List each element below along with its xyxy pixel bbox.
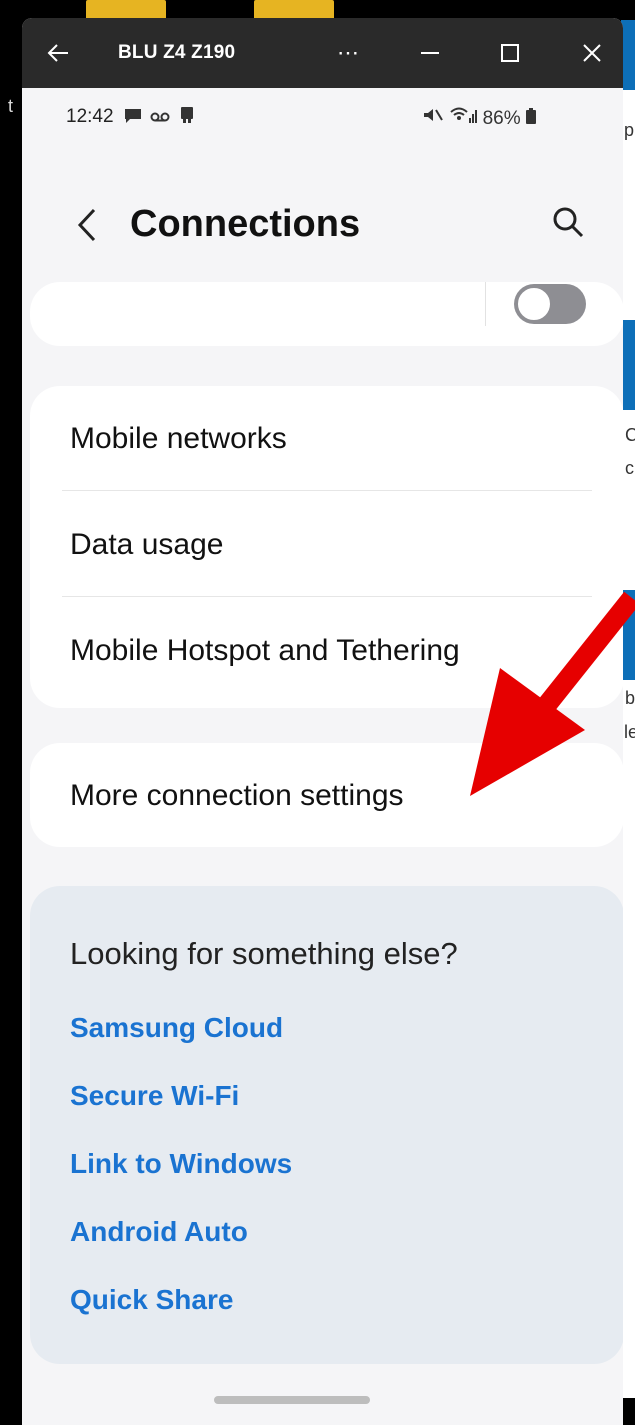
menu-item-data-usage[interactable]: Data usage xyxy=(70,528,223,562)
phone-icon xyxy=(180,107,193,123)
link-samsung-cloud[interactable]: Samsung Cloud xyxy=(70,1012,283,1044)
message-icon xyxy=(125,109,141,123)
background-blue-tile xyxy=(621,320,635,410)
background-text: le xyxy=(624,722,635,742)
window-title: BLU Z4 Z190 xyxy=(118,42,236,63)
notification-icons xyxy=(124,106,195,129)
status-right: 86% xyxy=(422,106,536,130)
background-text: C xyxy=(625,425,635,445)
link-secure-wifi[interactable]: Secure Wi-Fi xyxy=(70,1080,239,1112)
link-link-to-windows[interactable]: Link to Windows xyxy=(70,1148,292,1180)
link-quick-share[interactable]: Quick Share xyxy=(70,1284,233,1316)
close-button[interactable] xyxy=(572,18,612,88)
menu-item-mobile-networks[interactable]: Mobile networks xyxy=(70,422,287,456)
toggle-card xyxy=(30,282,623,346)
page-title: Connections xyxy=(130,203,361,245)
link-android-auto[interactable]: Android Auto xyxy=(70,1216,248,1248)
divider xyxy=(485,282,486,326)
background-text: t xyxy=(8,96,14,116)
toggle-knob xyxy=(517,287,551,321)
divider xyxy=(62,490,592,491)
voicemail-icon xyxy=(150,112,170,122)
wifi-signal-icon xyxy=(450,107,478,123)
menu-item-mobile-hotspot[interactable]: Mobile Hotspot and Tethering xyxy=(70,634,460,668)
android-status-bar: 12:42 86% xyxy=(22,88,623,146)
looking-for-card: Looking for something else? Samsung Clou… xyxy=(30,886,623,1364)
background-blue-tile xyxy=(621,590,635,680)
status-time: 12:42 xyxy=(66,106,114,127)
back-arrow-icon[interactable] xyxy=(38,18,78,88)
page-header: Connections xyxy=(22,146,623,286)
minimize-button[interactable] xyxy=(410,18,450,88)
background-window-edge xyxy=(621,88,635,1398)
more-settings-card: More connection settings xyxy=(30,743,623,847)
window-titlebar: BLU Z4 Z190 ⋯ xyxy=(22,18,623,88)
background-text: p xyxy=(624,120,635,140)
background-blue-tile xyxy=(621,20,635,90)
more-options-button[interactable]: ⋯ xyxy=(328,18,368,88)
looking-for-title: Looking for something else? xyxy=(70,936,458,971)
back-chevron-icon[interactable] xyxy=(70,200,106,250)
connections-card: Mobile networks Data usage Mobile Hotspo… xyxy=(30,386,623,708)
maximize-button[interactable] xyxy=(490,18,530,88)
search-icon[interactable] xyxy=(550,204,586,240)
phone-mirror-window: BLU Z4 Z190 ⋯ 12:42 86% Connections Mobi… xyxy=(22,18,623,1425)
background-text: c xyxy=(625,458,634,478)
battery-percent: 86% xyxy=(482,108,521,129)
battery-icon xyxy=(525,108,536,124)
background-text: b xyxy=(625,688,635,708)
divider xyxy=(62,596,592,597)
toggle-switch[interactable] xyxy=(514,284,586,324)
menu-item-more-connection-settings[interactable]: More connection settings xyxy=(70,779,404,813)
home-indicator xyxy=(214,1396,370,1404)
mute-icon xyxy=(424,109,443,121)
